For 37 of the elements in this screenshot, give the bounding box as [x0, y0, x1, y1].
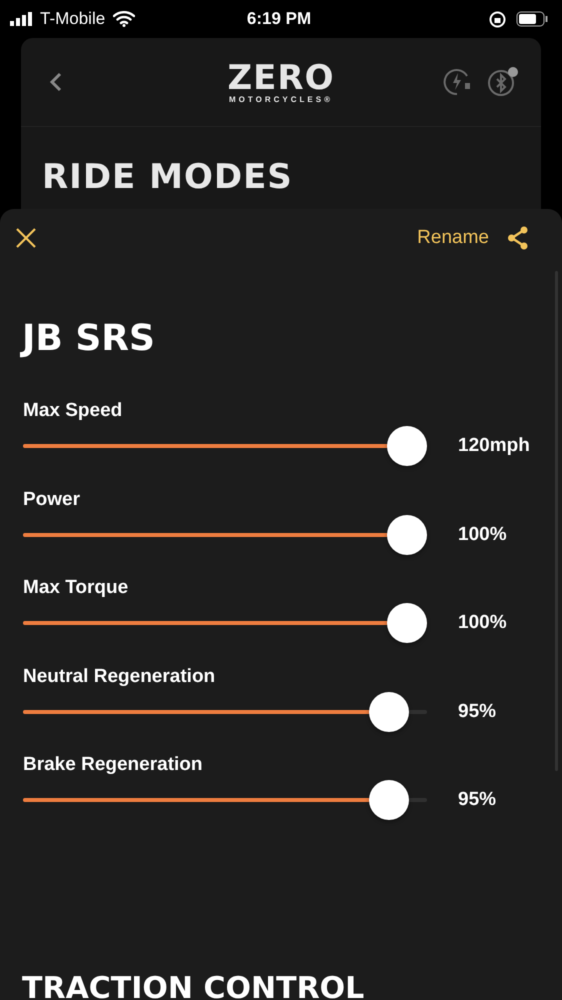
slider[interactable] — [23, 426, 427, 466]
slider-label: Max Torque — [23, 576, 128, 600]
slider-thumb[interactable] — [368, 692, 409, 732]
rotation-lock-icon — [489, 10, 506, 28]
slider-thumb[interactable] — [387, 603, 427, 643]
slider-label: Max Speed — [23, 399, 122, 423]
slider-thumb[interactable] — [387, 514, 427, 554]
bluetooth-icon[interactable] — [487, 66, 519, 98]
slider-label: Neutral Regeneration — [23, 664, 216, 688]
logo-subtitle: MOTORCYCLES® — [229, 94, 333, 104]
carrier-name: T-Mobile — [40, 9, 106, 29]
slider[interactable] — [23, 780, 427, 820]
page-title: RIDE MODES — [41, 156, 294, 197]
slider[interactable] — [23, 603, 427, 643]
signal-icon — [10, 12, 34, 26]
logo-wordmark: ZERO — [228, 60, 334, 94]
section-heading: TRACTION CONTROL — [22, 971, 364, 1000]
slider[interactable] — [23, 692, 427, 732]
slider-thumb[interactable] — [387, 426, 427, 466]
slider-value: 95% — [458, 700, 496, 722]
charging-icon[interactable] — [443, 67, 473, 97]
rename-button[interactable]: Rename — [417, 227, 489, 249]
clock: 6:19 PM — [246, 9, 312, 29]
slider[interactable] — [23, 514, 427, 554]
close-button[interactable] — [14, 226, 38, 250]
battery-icon — [516, 11, 548, 27]
slider-label: Brake Regeneration — [23, 753, 203, 777]
share-button[interactable] — [507, 226, 529, 250]
slider-value: 100% — [458, 612, 507, 634]
slider-value: 120mph — [458, 435, 530, 457]
slider-value: 100% — [458, 524, 507, 546]
wifi-icon — [113, 11, 136, 27]
slider-thumb[interactable] — [368, 780, 409, 820]
slider-value: 95% — [458, 789, 496, 811]
slider-label: Power — [23, 488, 80, 512]
mode-title: JB SRS — [19, 317, 156, 361]
back-button[interactable] — [49, 71, 63, 93]
